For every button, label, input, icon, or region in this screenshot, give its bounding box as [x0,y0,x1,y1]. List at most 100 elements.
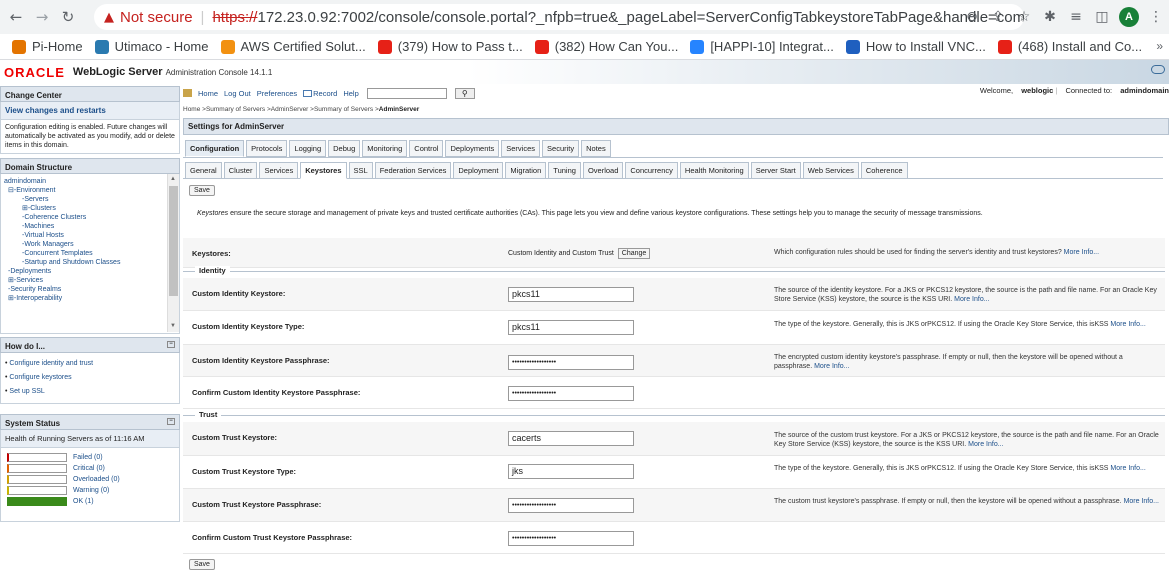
tree-item[interactable]: -Startup and Shutdown Classes [4,258,176,267]
confirm-identity-passphrase-input[interactable]: •••••••••••••••••• [508,386,634,401]
save-button[interactable]: Save [189,185,215,196]
security-label[interactable]: Not secure [120,9,193,26]
menu-icon[interactable]: ⋮ [1143,9,1169,25]
address-bar[interactable]: ▲ Not secure | https:// 172.23.0.92:7002… [94,4,1024,30]
status-label[interactable]: Failed (0) [73,454,103,461]
more-info-link[interactable]: More Info... [1064,249,1099,256]
more-info-link[interactable]: More Info... [1110,321,1145,328]
home-link[interactable]: Home [198,89,218,98]
bookmark-item[interactable]: Utimaco - Home [94,39,209,54]
zoom-icon[interactable]: ⊖ [959,9,985,25]
change-button[interactable]: Change [617,248,651,259]
tree-item[interactable]: -Deployments [4,267,176,276]
bookmark-item[interactable]: [HAPPI-10] Integrat... [690,39,834,54]
tree-item[interactable]: -Servers [4,195,176,204]
how-do-i-link[interactable]: Set up SSL [5,385,175,399]
more-info-link[interactable]: More Info... [1110,465,1145,472]
subtab-health-monitoring[interactable]: Health Monitoring [679,162,749,179]
tree-item[interactable]: ⊞-Clusters [4,204,176,213]
tab-notes[interactable]: Notes [581,140,611,157]
subtab-services[interactable]: Services [259,162,299,179]
subtab-general[interactable]: General [185,162,222,179]
bookmark-item[interactable]: Pi-Home [12,39,83,54]
profile-avatar[interactable]: A [1119,7,1139,27]
back-icon[interactable]: ← [6,8,26,26]
bookmark-item[interactable]: (379) How to Pass t... [377,39,523,54]
tree-item[interactable]: ⊟-Environment [4,186,176,195]
subtab-migration[interactable]: Migration [505,162,547,179]
subtab-ssl[interactable]: SSL [348,162,373,179]
view-changes-link[interactable]: View changes and restarts [0,102,180,120]
tab-logging[interactable]: Logging [289,140,327,157]
tree-item[interactable]: -Coherence Clusters [4,213,176,222]
reload-icon[interactable]: ↻ [58,8,78,26]
logout-link[interactable]: Log Out [224,89,251,98]
custom-trust-keystore-type-input[interactable]: jks [508,464,634,479]
search-icon[interactable]: ⚲ [454,87,475,99]
subtab-deployment[interactable]: Deployment [453,162,504,179]
minimize-icon[interactable]: − [167,341,175,348]
tree-item[interactable]: -Concurrent Templates [4,249,176,258]
how-do-i-link[interactable]: Configure identity and trust [5,357,175,371]
tab-monitoring[interactable]: Monitoring [362,140,408,157]
scroll-up-icon[interactable]: ▲ [170,175,176,184]
tab-services[interactable]: Services [501,140,541,157]
confirm-trust-passphrase-input[interactable]: •••••••••••••••••• [508,531,634,546]
save-button[interactable]: Save [189,559,215,570]
bookmark-star-icon[interactable]: ☆ [1011,9,1037,25]
status-label[interactable]: Warning (0) [73,487,109,494]
more-info-link[interactable]: More Info... [954,296,989,303]
media-icon[interactable]: ≡ [1063,9,1089,25]
search-input[interactable] [366,87,447,99]
subtab-web-services[interactable]: Web Services [802,162,859,179]
custom-identity-passphrase-input[interactable]: •••••••••••••••••• [508,355,634,370]
scroll-thumb[interactable] [169,186,178,296]
minimize-icon[interactable]: − [167,418,175,425]
tab-protocols[interactable]: Protocols [246,140,288,157]
tree-item[interactable]: -Machines [4,222,176,231]
tab-control[interactable]: Control [409,140,444,157]
status-label[interactable]: Critical (0) [73,465,105,472]
custom-identity-keystore-input[interactable]: pkcs11 [508,287,634,302]
bookmark-item[interactable]: AWS Certified Solut... [220,39,366,54]
sidepanel-icon[interactable]: ◫ [1089,9,1115,25]
status-label[interactable]: Overloaded (0) [73,476,120,483]
tab-deployments[interactable]: Deployments [445,140,500,157]
custom-identity-keystore-type-input[interactable]: pkcs11 [508,320,634,335]
subtab-keystores[interactable]: Keystores [300,162,347,179]
share-icon[interactable]: ⇪ [985,9,1011,25]
record-link[interactable]: Record [313,89,337,98]
breadcrumb-path[interactable]: Home >Summary of Servers >AdminServer >S… [183,106,379,113]
status-label[interactable]: OK (1) [73,498,94,505]
forward-icon[interactable]: → [32,8,52,26]
subtab-tuning[interactable]: Tuning [548,162,581,179]
preferences-link[interactable]: Preferences [257,89,297,98]
tab-configuration[interactable]: Configuration [185,140,245,157]
more-info-link[interactable]: More Info... [968,441,1003,448]
more-bookmarks-icon[interactable]: » [1156,39,1163,53]
bookmark-item[interactable]: (382) How Can You... [534,39,678,54]
tree-item[interactable]: -Security Realms [4,285,176,294]
subtab-overload[interactable]: Overload [582,162,624,179]
more-info-link[interactable]: More Info... [1124,498,1159,505]
scroll-down-icon[interactable]: ▼ [170,322,176,331]
tree-item[interactable]: -Work Managers [4,240,176,249]
tab-security[interactable]: Security [542,140,580,157]
tree-item[interactable]: ⊞-Interoperability [4,294,176,303]
tree-item[interactable]: admindomain [4,177,176,186]
bookmark-item[interactable]: How to Install VNC... [845,39,986,54]
extensions-icon[interactable]: ✱ [1037,9,1063,25]
tree-item[interactable]: -Virtual Hosts [4,231,176,240]
how-do-i-link[interactable]: Configure keystores [5,371,175,385]
tab-debug[interactable]: Debug [328,140,361,157]
tree-scrollbar[interactable]: ▲ ▼ [167,174,179,332]
subtab-coherence[interactable]: Coherence [860,162,908,179]
subtab-federation-services[interactable]: Federation Services [374,162,452,179]
tree-item[interactable]: ⊞-Services [4,276,176,285]
help-link[interactable]: Help [343,89,358,98]
bookmark-item[interactable]: (468) Install and Co... [997,39,1142,54]
subtab-cluster[interactable]: Cluster [223,162,258,179]
more-info-link[interactable]: More Info... [814,363,849,370]
subtab-server-start[interactable]: Server Start [750,162,801,179]
custom-trust-keystore-input[interactable]: cacerts [508,431,634,446]
